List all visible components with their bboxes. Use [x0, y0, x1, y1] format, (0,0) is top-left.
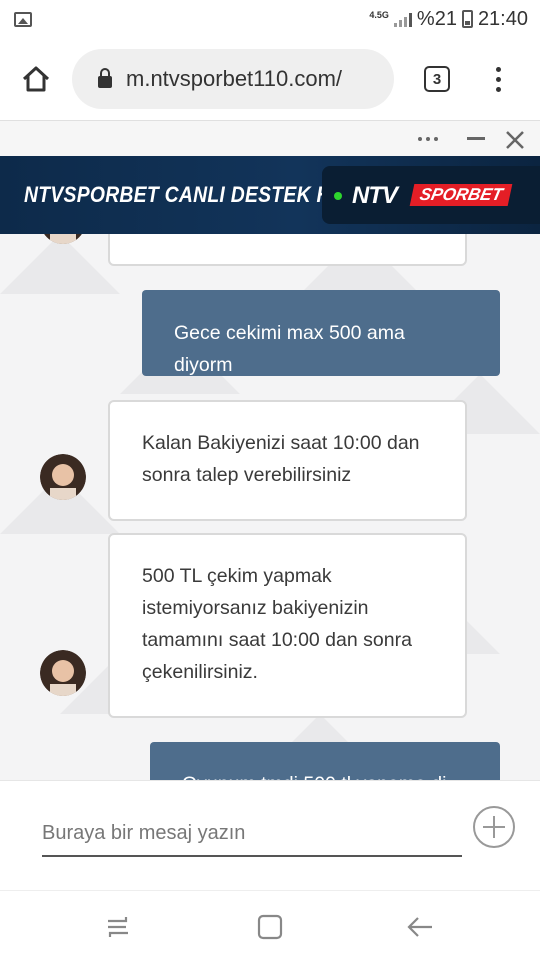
more-vert-icon[interactable] — [496, 66, 501, 92]
brand-logo: NTV SPORBET — [322, 166, 540, 224]
message-line: istemiyorsanız bakiyenizin — [142, 597, 369, 619]
message-line: Kalan Bakiyenizi saat 10:00 dan — [142, 432, 420, 454]
minimize-icon[interactable] — [467, 137, 485, 140]
back-icon[interactable] — [406, 913, 434, 941]
user-message: Gece cekimi max 500 ama diyorm — [142, 290, 500, 376]
message-line: çekenilirsiniz. — [142, 661, 258, 683]
home-icon — [22, 66, 50, 92]
network-type: 4.5G — [369, 9, 389, 20]
more-horiz-icon[interactable] — [418, 137, 438, 141]
agent-avatar — [40, 650, 86, 696]
status-bar: 4.5G %21 21:40 — [0, 0, 540, 38]
signal-icon — [393, 11, 412, 27]
gallery-icon — [14, 11, 32, 27]
message-line: tamamını saat 10:00 dan sonra — [142, 629, 412, 651]
message-input[interactable] — [42, 811, 462, 857]
agent-message: 500 TL çekim yapmak istemiyorsanız bakiy… — [108, 533, 467, 718]
tab-count: 3 — [432, 70, 442, 88]
url-text: m.ntvsporbet110.com/ — [126, 66, 343, 91]
chat-messages[interactable]: Gece cekimi max 500 ama diyorm Kalan Bak… — [0, 234, 540, 780]
online-indicator — [334, 192, 342, 200]
home-button[interactable] — [0, 38, 72, 120]
agent-message — [108, 234, 467, 266]
browser-toolbar: m.ntvsporbet110.com/ 3 — [0, 38, 540, 120]
home-nav-icon[interactable] — [256, 913, 284, 941]
chat-window-bar — [0, 120, 540, 156]
chat-header: NTVSPORBET CANLI DESTEK HATTI NTV SPORBE… — [0, 156, 540, 234]
address-bar[interactable]: m.ntvsporbet110.com/ — [72, 49, 394, 109]
message-text: Oyunum tmdi 500 tl yoneme di — [182, 768, 468, 780]
message-text: Gece cekimi max 500 ama diyorm — [174, 322, 405, 376]
message-line: sonra talep verebilirsiniz — [142, 464, 352, 486]
user-message: Oyunum tmdi 500 tl yoneme di — [150, 742, 500, 780]
recent-apps-icon[interactable] — [104, 913, 132, 941]
lock-icon — [98, 68, 112, 88]
message-composer — [0, 780, 540, 890]
battery-percent: %21 — [416, 7, 457, 30]
clock: 21:40 — [477, 7, 528, 30]
add-attachment-icon[interactable] — [473, 806, 515, 848]
agent-message: Kalan Bakiyenizi saat 10:00 dan sonra ta… — [108, 400, 467, 521]
tab-switcher-button[interactable]: 3 — [424, 66, 450, 92]
message-line: 500 TL çekim yapmak — [142, 565, 332, 587]
logo-sporbet-text: SPORBET — [409, 184, 513, 206]
agent-avatar — [40, 454, 86, 500]
system-nav-bar — [0, 890, 540, 960]
header-title: NTVSPORBET CANLI DESTEK HATTI — [24, 182, 374, 207]
battery-icon — [461, 10, 473, 28]
logo-ntv-text: NTV — [352, 182, 398, 209]
close-icon[interactable] — [504, 129, 526, 151]
